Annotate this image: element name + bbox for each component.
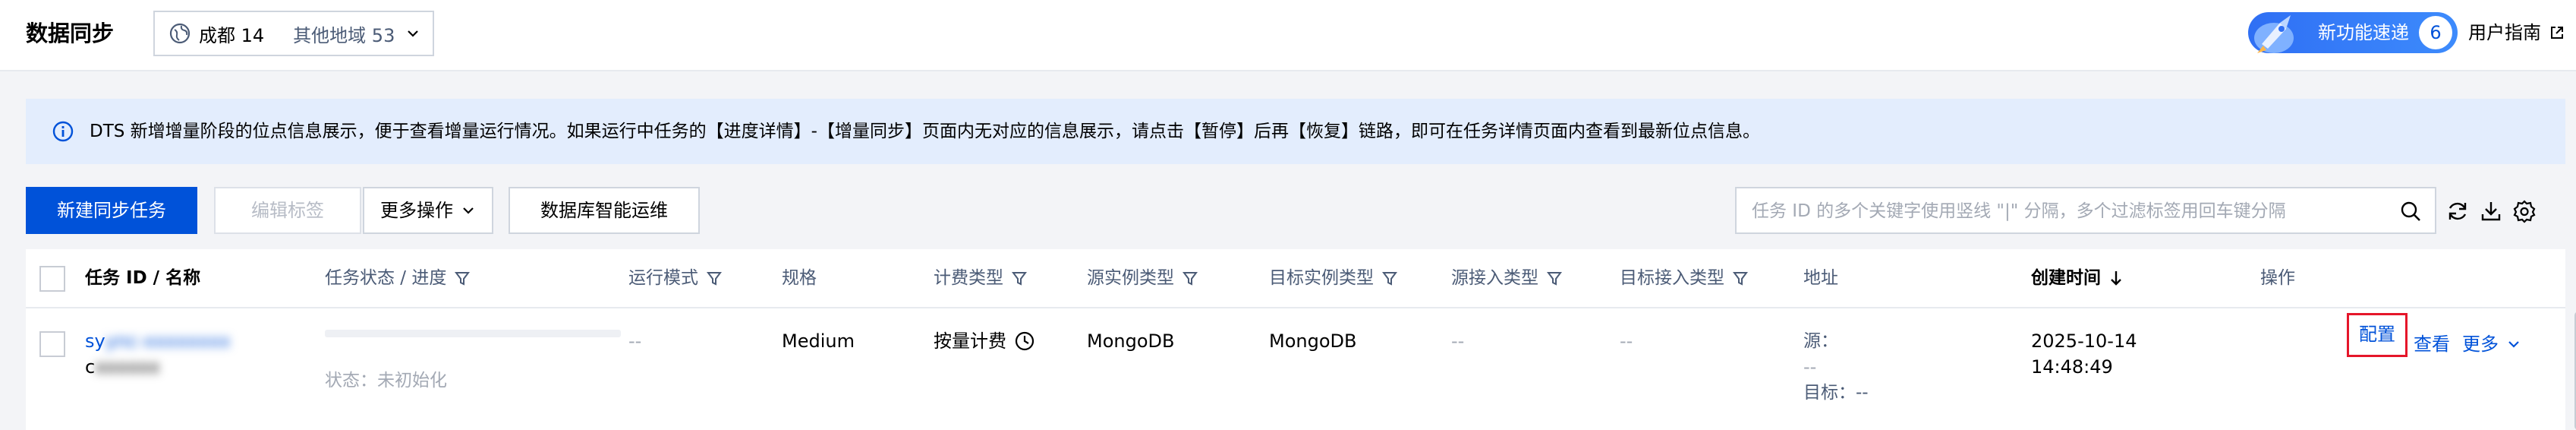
task-name-redacted: xxxxxx: [95, 356, 160, 378]
more-action-dropdown[interactable]: 更多: [2462, 331, 2521, 357]
filter-icon[interactable]: [1381, 270, 1398, 286]
src-type-value: MongoDB: [1087, 330, 1175, 352]
address-src-label: 源：: [1803, 331, 1838, 351]
created-time: 14:48:49: [2031, 356, 2113, 378]
region-selector[interactable]: 成都 14 其他地域 53: [153, 11, 434, 56]
filter-icon[interactable]: [706, 270, 723, 286]
column-spec: 规格: [782, 266, 817, 290]
column-dst-type[interactable]: 目标实例类型: [1269, 266, 1398, 290]
view-action-link[interactable]: 查看: [2414, 331, 2450, 357]
download-icon[interactable]: [2479, 199, 2503, 223]
more-action-label: 更多: [2462, 334, 2499, 355]
info-notice: DTS 新增增量阶段的位点信息展示，便于查看增量运行情况。如果运行中任务的【进度…: [26, 99, 2565, 164]
more-actions-label: 更多操作: [380, 200, 453, 221]
filter-icon[interactable]: [1182, 270, 1198, 286]
sort-arrow-down-icon[interactable]: [2108, 269, 2124, 287]
new-features-button[interactable]: 新功能速递 6: [2248, 12, 2458, 53]
column-label: 源实例类型: [1087, 268, 1174, 288]
filter-icon[interactable]: [1546, 270, 1563, 286]
new-features-count-badge: 6: [2419, 16, 2452, 49]
column-label: 创建时间: [2031, 268, 2101, 288]
filter-icon[interactable]: [1732, 270, 1749, 286]
column-label: 计费类型: [934, 268, 1003, 288]
column-label: 源接入类型: [1451, 268, 1538, 288]
task-status: 状态：未初始化: [325, 371, 447, 390]
task-id-redacted: ync-xxxxxxxx: [105, 330, 231, 352]
task-table: 任务 ID / 名称 任务状态 / 进度 运行模式 规格 计费类型 源实例类型 …: [26, 249, 2576, 430]
row-checkbox[interactable]: [39, 331, 65, 357]
run-mode-value: --: [628, 330, 642, 352]
chevron-down-icon: [408, 30, 419, 37]
edit-tags-button[interactable]: 编辑标签: [214, 187, 361, 234]
address-src-value: --: [1803, 356, 1817, 378]
created-date: 2025-10-14: [2031, 330, 2137, 352]
column-label: 操作: [2260, 268, 2295, 288]
billing-value: 按量计费: [934, 328, 1035, 354]
clock-icon: [1015, 331, 1034, 351]
dst-access-value: --: [1620, 330, 1633, 352]
column-status[interactable]: 任务状态 / 进度: [325, 266, 471, 290]
new-features-label: 新功能速递: [2318, 22, 2409, 43]
column-label: 目标接入类型: [1620, 268, 1724, 288]
filter-icon[interactable]: [454, 270, 471, 286]
user-guide-label: 用户指南: [2468, 22, 2541, 43]
column-mode[interactable]: 运行模式: [628, 266, 723, 290]
chevron-down-icon: [2508, 341, 2519, 348]
column-label: 任务 ID / 名称: [85, 268, 201, 288]
region-current: 成都 14: [199, 24, 265, 46]
chevron-down-icon: [463, 207, 474, 214]
create-sync-task-button[interactable]: 新建同步任务: [26, 187, 197, 234]
external-link-icon: [2551, 27, 2563, 39]
column-label: 规格: [782, 268, 817, 288]
task-id-link[interactable]: syync-xxxxxxxx: [85, 328, 231, 354]
column-address: 地址: [1803, 266, 1838, 290]
column-label: 运行模式: [628, 268, 698, 288]
task-name: cxxxxxx: [85, 354, 159, 380]
column-dst-access[interactable]: 目标接入类型: [1620, 266, 1749, 290]
more-actions-button[interactable]: 更多操作: [363, 187, 493, 234]
search-box: [1735, 187, 2436, 234]
notice-text: DTS 新增增量阶段的位点信息展示，便于查看增量运行情况。如果运行中任务的【进度…: [90, 122, 1760, 141]
column-label: 目标实例类型: [1269, 268, 1374, 288]
billing-label: 按量计费: [934, 330, 1006, 352]
region-other: 其他地域 53: [293, 24, 395, 46]
globe-icon: [169, 23, 191, 44]
column-billing[interactable]: 计费类型: [934, 266, 1028, 290]
filter-icon[interactable]: [1011, 270, 1028, 286]
column-actions: 操作: [2260, 266, 2295, 290]
config-action-link[interactable]: 配置: [2347, 313, 2408, 357]
search-icon[interactable]: [2398, 199, 2423, 223]
progress-placeholder: [325, 330, 621, 337]
refresh-icon[interactable]: [2445, 199, 2470, 223]
table-header: 任务 ID / 名称 任务状态 / 进度 运行模式 规格 计费类型 源实例类型 …: [26, 249, 2565, 308]
task-name-visible: c: [85, 356, 96, 378]
src-access-value: --: [1451, 330, 1465, 352]
column-src-type[interactable]: 源实例类型: [1087, 266, 1198, 290]
column-src-access[interactable]: 源接入类型: [1451, 266, 1563, 290]
settings-gear-icon[interactable]: [2512, 199, 2537, 223]
column-label: 地址: [1803, 268, 1838, 288]
column-label: 任务状态 / 进度: [325, 268, 447, 288]
task-id-visible: sy: [85, 330, 105, 352]
db-smart-ops-button[interactable]: 数据库智能运维: [509, 187, 700, 234]
info-icon: [52, 121, 74, 142]
search-input[interactable]: [1752, 199, 2389, 223]
user-guide-link[interactable]: 用户指南: [2468, 20, 2565, 46]
top-header: 数据同步 成都 14 其他地域 53 新功能速递 6 用户指南: [0, 0, 2576, 71]
select-all-checkbox[interactable]: [39, 266, 65, 292]
rocket-icon: [2254, 15, 2294, 53]
spec-value: Medium: [782, 330, 855, 352]
page-title: 数据同步: [26, 21, 115, 46]
column-id-name: 任务 ID / 名称: [85, 266, 200, 290]
dst-type-value: MongoDB: [1269, 330, 1357, 352]
address-dst: 目标：--: [1803, 383, 1869, 403]
column-created-time[interactable]: 创建时间: [2031, 266, 2124, 290]
